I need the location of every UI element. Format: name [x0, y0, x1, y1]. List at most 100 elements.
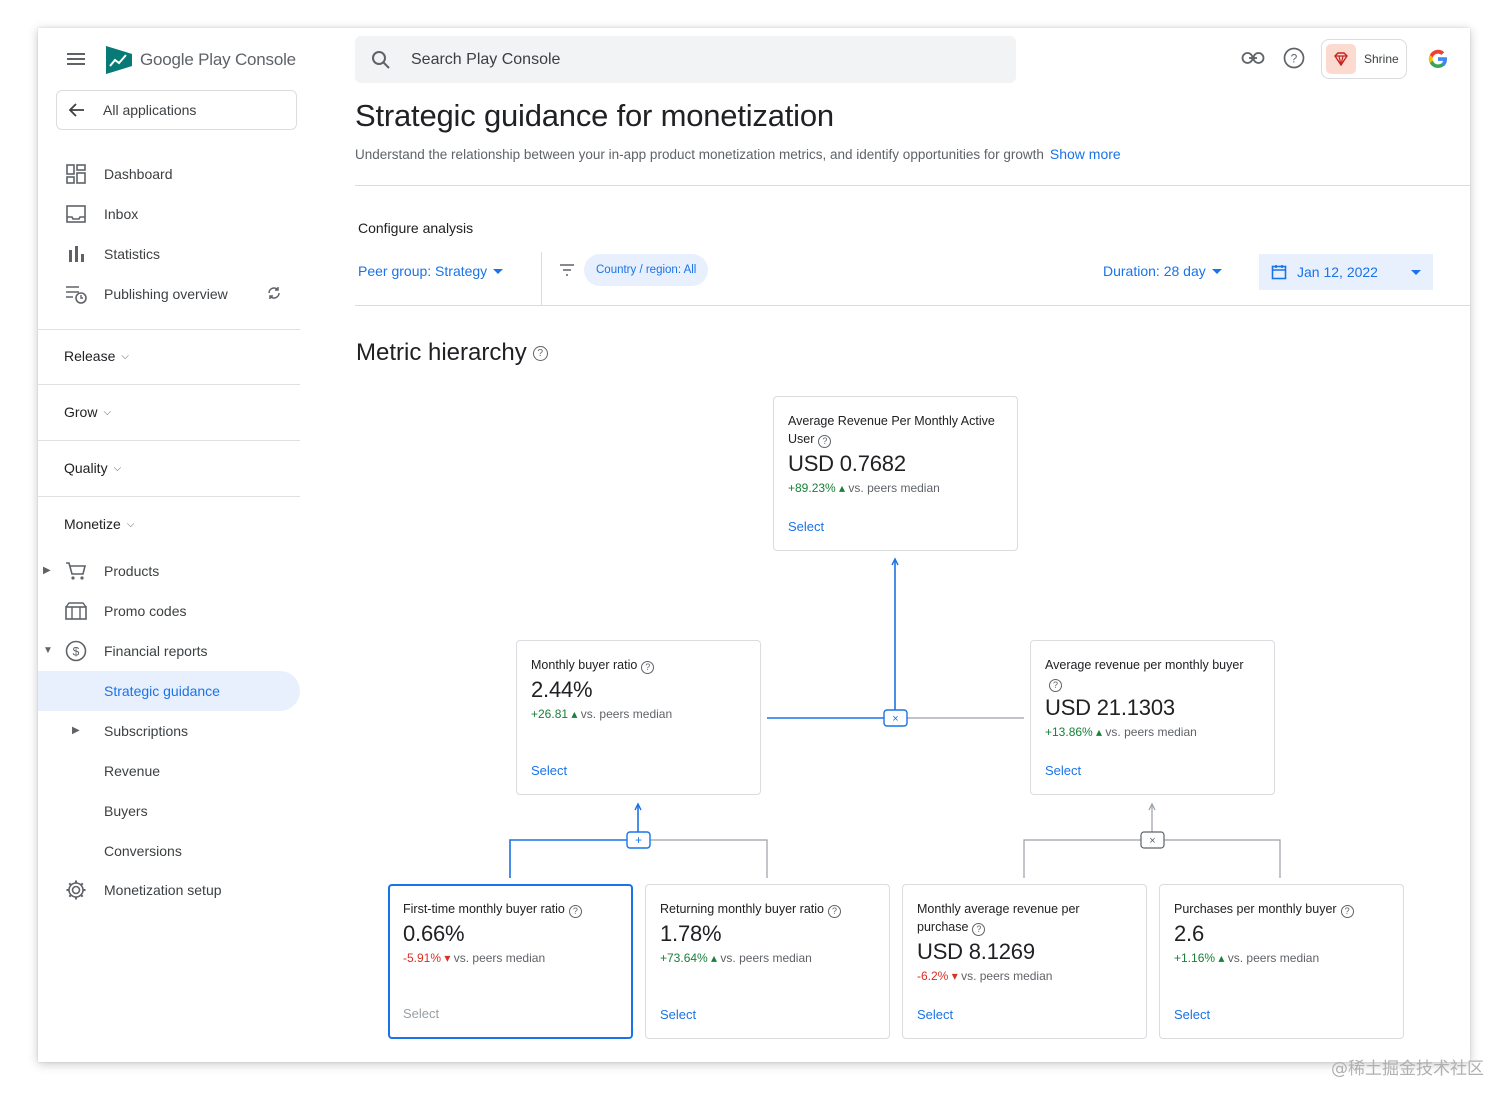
menu-icon[interactable] — [64, 50, 88, 70]
help-icon[interactable]: ? — [972, 922, 986, 936]
section-quality[interactable]: Quality ⌵ — [64, 460, 121, 476]
sidebar-item-statistics[interactable]: Statistics — [38, 234, 300, 274]
metric-card-returning-buyer-ratio[interactable]: Returning monthly buyer ratio? 1.78% +73… — [645, 884, 890, 1039]
search-bar[interactable]: Search Play Console — [355, 36, 1016, 83]
help-icon[interactable]: ? — [818, 434, 832, 448]
delta-vs-label: vs. peers median — [720, 951, 812, 965]
metric-card-first-time-buyer-ratio[interactable]: First-time monthly buyer ratio? 0.66% -5… — [388, 884, 633, 1039]
trend-up-icon: ▴ — [835, 481, 849, 495]
delta-value: +73.64% — [660, 951, 708, 965]
sidebar-item-revenue[interactable]: Revenue — [38, 751, 300, 791]
help-icon[interactable]: ? — [532, 345, 548, 361]
country-region-chip[interactable]: Country / region: All — [584, 254, 709, 286]
duration-label: Duration: 28 day — [1103, 263, 1206, 279]
select-button[interactable]: Select — [1045, 763, 1081, 778]
divider — [355, 185, 1470, 186]
collapse-arrow-icon[interactable]: ▼ — [43, 645, 53, 656]
metric-card-monthly-buyer-ratio[interactable]: Monthly buyer ratio? 2.44% +26.81 ▴ vs. … — [516, 640, 761, 795]
sidebar-item-label: Promo codes — [104, 603, 187, 619]
metric-card-arpmb[interactable]: Average revenue per monthly buyer? USD 2… — [1030, 640, 1275, 795]
select-button[interactable]: Select — [660, 1007, 696, 1022]
sidebar-item-label: Financial reports — [104, 643, 208, 659]
sidebar-item-label: Statistics — [104, 246, 161, 262]
peer-group-dropdown[interactable]: Peer group: Strategy — [358, 263, 504, 279]
sidebar-item-promo-codes[interactable]: Promo codes — [38, 591, 300, 631]
metric-delta: +89.23% ▴ vs. peers median — [788, 481, 1003, 495]
metric-card-revenue-per-purchase[interactable]: Monthly average revenue per purchase? US… — [902, 884, 1147, 1039]
help-icon[interactable]: ? — [827, 904, 841, 918]
link-icon[interactable] — [1241, 46, 1265, 70]
sidebar-item-publishing-overview[interactable]: Publishing overview — [38, 274, 300, 314]
inbox-icon — [64, 204, 88, 224]
metric-card-purchases-per-buyer[interactable]: Purchases per monthly buyer? 2.6 +1.16% … — [1159, 884, 1404, 1039]
sidebar-item-financial-reports[interactable]: ▼ $ Financial reports — [38, 631, 300, 671]
operator-multiply: × — [1149, 835, 1155, 847]
caret-down-icon — [1211, 268, 1222, 274]
help-icon[interactable]: ? — [1049, 678, 1062, 692]
all-applications-button[interactable]: All applications — [56, 90, 297, 130]
sidebar-item-label: Buyers — [104, 803, 148, 819]
operator-box — [626, 831, 651, 849]
metric-delta: -6.2% ▾ vs. peers median — [917, 969, 1132, 983]
delta-value: +26.81 — [531, 707, 569, 721]
metric-card-arpmau[interactable]: Average Revenue Per Monthly Active User?… — [773, 396, 1018, 551]
divider — [355, 305, 1470, 306]
duration-dropdown[interactable]: Duration: 28 day — [1103, 263, 1222, 279]
sidebar-item-dashboard[interactable]: Dashboard — [38, 154, 300, 194]
section-monetize[interactable]: Monetize ⌵ — [64, 516, 134, 532]
select-button[interactable]: Select — [531, 763, 567, 778]
select-button[interactable]: Select — [1174, 1007, 1210, 1022]
date-picker-button[interactable]: Jan 12, 2022 — [1259, 254, 1433, 290]
select-button[interactable]: Select — [917, 1007, 953, 1022]
sidebar-item-subscriptions[interactable]: ▶ Subscriptions — [38, 711, 300, 751]
select-button[interactable]: Select — [403, 1006, 439, 1021]
delta-value: -6.2% — [917, 969, 949, 983]
watermark: @稀土掘金技术社区 — [1331, 1059, 1484, 1079]
delta-vs-label: vs. peers median — [453, 951, 546, 965]
gear-icon — [64, 880, 88, 900]
metric-value: USD 8.1269 — [917, 939, 1035, 964]
calendar-icon — [1271, 265, 1287, 280]
help-icon[interactable]: ? — [1282, 46, 1306, 70]
expand-arrow-icon[interactable]: ▶ — [72, 725, 80, 736]
account-name: Shrine — [1364, 52, 1399, 66]
help-icon[interactable]: ? — [568, 904, 582, 918]
play-console-logo[interactable]: Google Play Console — [104, 44, 296, 76]
show-more-link[interactable]: Show more — [1050, 146, 1121, 162]
divider — [38, 384, 300, 385]
sidebar: Google Play Console All applications Das… — [38, 28, 300, 1062]
sidebar-item-label: Revenue — [104, 763, 161, 779]
connector-line — [1023, 839, 1281, 878]
metric-name: Monthly buyer ratio? — [531, 656, 746, 674]
select-button[interactable]: Select — [788, 519, 824, 534]
sidebar-item-inbox[interactable]: Inbox — [38, 194, 300, 234]
page-title: Strategic guidance for monetization — [355, 98, 834, 133]
sync-icon[interactable] — [266, 285, 282, 304]
sidebar-item-buyers[interactable]: Buyers — [38, 791, 300, 831]
help-icon[interactable]: ? — [1340, 904, 1354, 918]
sidebar-item-monetization-setup[interactable]: Monetization setup — [38, 870, 300, 910]
sidebar-item-strategic-guidance[interactable]: Strategic guidance — [38, 671, 300, 711]
chevron-down-icon: ⌵ — [113, 462, 122, 474]
app-window: Google Play Console All applications Das… — [38, 28, 1470, 1062]
section-label: Grow — [64, 404, 98, 420]
delta-value: +13.86% — [1045, 725, 1093, 739]
account-switcher[interactable]: Shrine — [1321, 39, 1407, 79]
metric-name: Purchases per monthly buyer? — [1174, 900, 1389, 918]
sidebar-item-products[interactable]: ▶ Products — [38, 551, 300, 591]
help-icon[interactable]: ? — [641, 660, 655, 674]
google-account-icon[interactable] — [1426, 47, 1450, 71]
section-grow[interactable]: Grow ⌵ — [64, 404, 111, 420]
trend-down-icon: ▾ — [441, 951, 454, 965]
metric-value: USD 21.1303 — [1045, 695, 1175, 720]
metric-delta: -5.91% ▾ vs. peers median — [403, 951, 618, 965]
arrow-head-icon — [891, 557, 899, 566]
metric-value: 2.44% — [531, 677, 593, 702]
sidebar-item-label: Subscriptions — [104, 723, 189, 739]
expand-arrow-icon[interactable]: ▶ — [43, 565, 51, 576]
section-release[interactable]: Release ⌵ — [64, 348, 129, 364]
filter-icon[interactable] — [559, 263, 575, 281]
sidebar-item-conversions[interactable]: Conversions — [38, 831, 300, 871]
operator-multiply: × — [892, 713, 898, 725]
search-placeholder: Search Play Console — [411, 50, 561, 68]
